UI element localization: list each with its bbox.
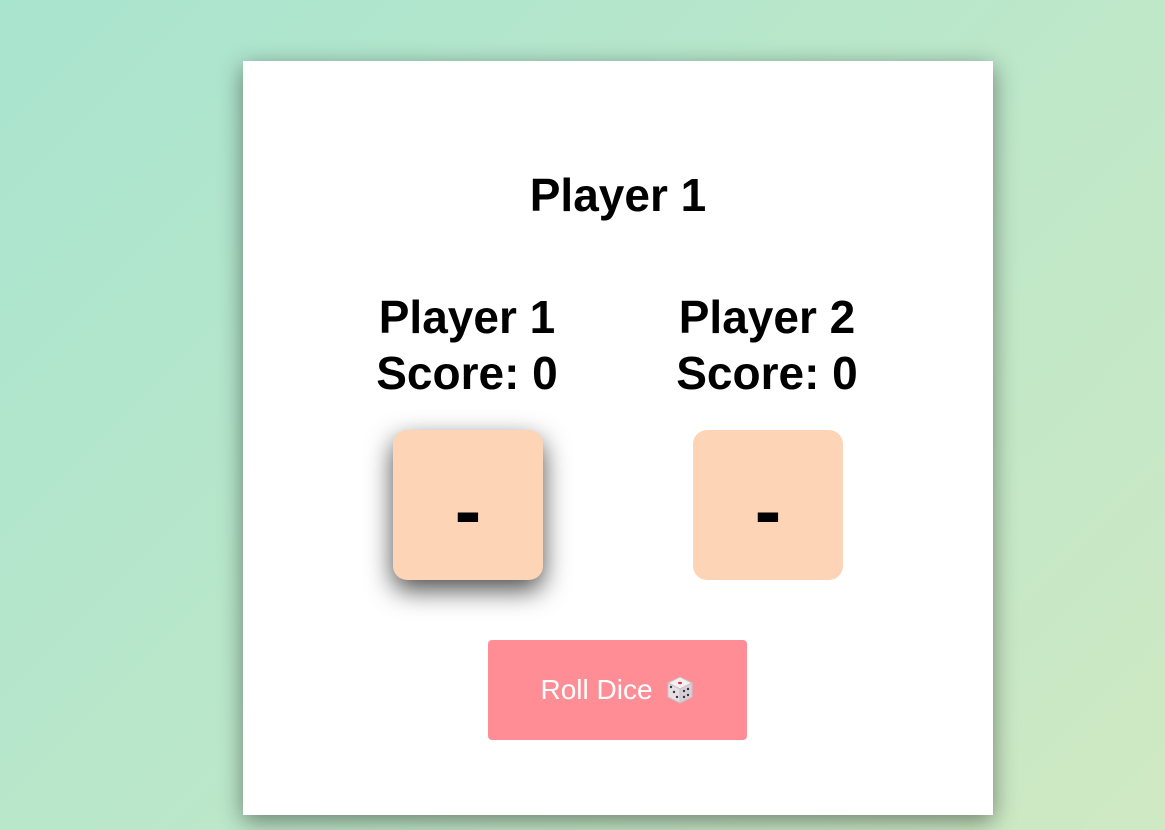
player-2-die-value: -: [754, 466, 782, 555]
player-1-name: Player 1: [378, 291, 556, 343]
player-2-die: -: [693, 430, 843, 580]
player-1-panel: Player 1 Score: 0: [337, 289, 597, 401]
dice-icon: [665, 675, 695, 705]
player-2-score: Score: 0: [676, 347, 858, 399]
roll-dice-label: Roll Dice: [540, 674, 653, 705]
game-card: Player 1 Player 1 Score: 0 Player 2 Scor…: [243, 61, 993, 815]
player-1-score: Score: 0: [376, 347, 558, 399]
roll-dice-button[interactable]: Roll Dice: [488, 640, 747, 740]
player-2-name: Player 2: [678, 291, 856, 343]
player-1-die: -: [393, 430, 543, 580]
player-2-panel: Player 2 Score: 0: [637, 289, 897, 401]
player-1-die-value: -: [454, 466, 482, 555]
current-turn-title: Player 1: [529, 169, 707, 221]
